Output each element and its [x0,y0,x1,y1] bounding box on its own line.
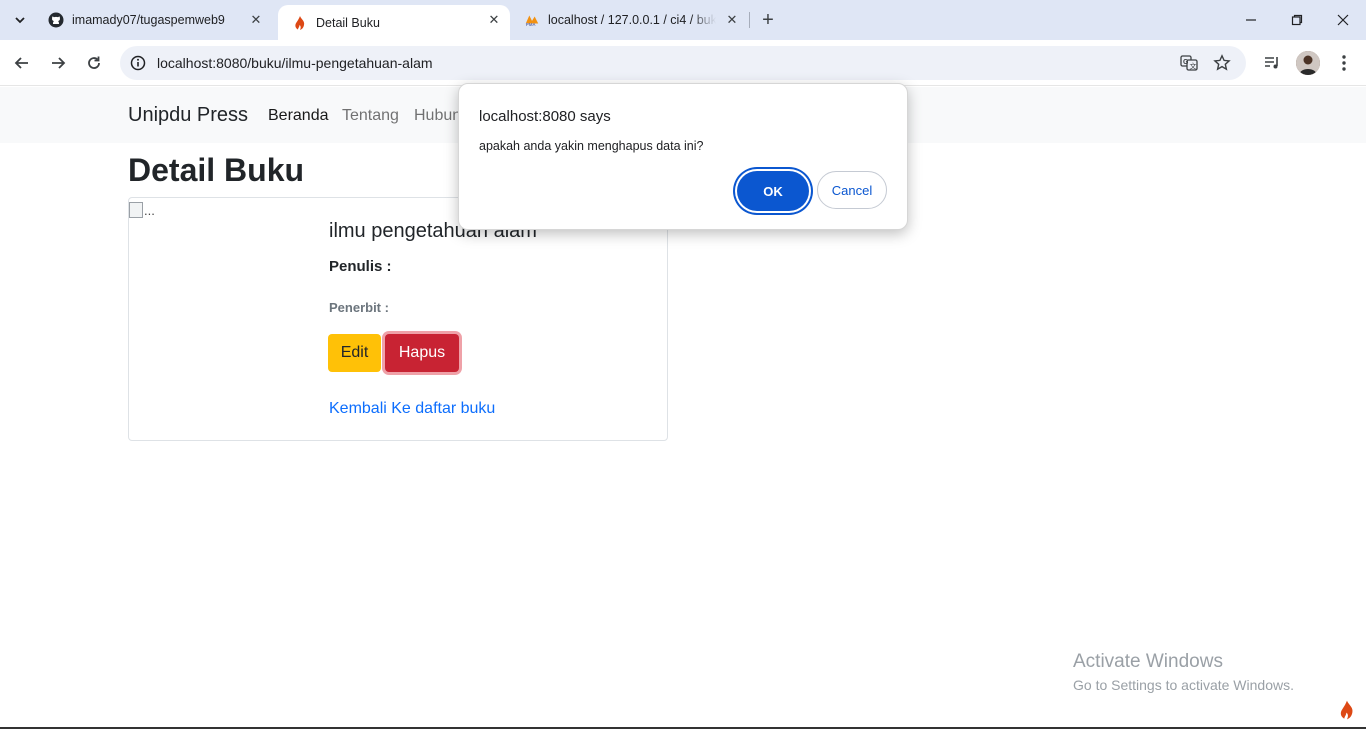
broken-image-icon [129,202,143,218]
edit-button[interactable]: Edit [328,334,381,372]
address-bar[interactable]: localhost:8080/buku/ilmu-pengetahuan-ala… [120,46,1246,80]
new-tab-icon[interactable]: + [756,8,780,32]
close-icon[interactable]: ✕ [486,12,502,28]
close-icon[interactable]: ✕ [724,12,740,28]
restore-icon[interactable] [1274,0,1320,40]
back-to-list-link[interactable]: Kembali Ke daftar buku [329,400,495,418]
window-close-icon[interactable] [1320,0,1366,40]
site-info-icon[interactable] [128,53,148,73]
tab-strip: imamady07/tugaspemweb9 ✕ Detail Buku ✕ P… [0,0,1366,40]
cancel-button[interactable]: Cancel [817,171,887,209]
nav-link-hubungi[interactable]: Hubun [414,107,461,125]
confirm-dialog: localhost:8080 says apakah anda yakin me… [458,83,908,230]
tab-title: Detail Buku [316,15,380,30]
codeigniter-debug-toolbar-icon[interactable] [1332,695,1362,725]
media-queue-icon[interactable] [1260,51,1284,75]
penulis-label: Penulis : [329,258,392,275]
phpmyadmin-icon: PMA [524,12,540,28]
url-text[interactable]: localhost:8080/buku/ilmu-pengetahuan-ala… [157,55,433,71]
profile-avatar[interactable] [1296,51,1320,75]
penerbit-label: Penerbit : [329,300,389,315]
svg-text:PMA: PMA [526,22,537,27]
more-menu-icon[interactable] [1332,51,1356,75]
page-title: Detail Buku [128,152,305,188]
book-detail-card: ... ilmu pengetahuan alam Penulis : Pene… [128,197,668,441]
activate-windows-title: Activate Windows [1073,651,1223,672]
tab-title: localhost / 127.0.0.1 / ci4 / buku [548,13,716,27]
nav-link-beranda[interactable]: Beranda [268,107,329,125]
back-arrow-icon[interactable] [8,49,36,77]
minimize-icon[interactable] [1228,0,1274,40]
svg-text:G: G [1183,59,1189,66]
translate-icon[interactable]: G文 [1179,53,1199,73]
reload-icon[interactable] [80,49,108,77]
ok-button[interactable]: OK [737,171,809,211]
bookmark-star-icon[interactable] [1212,53,1232,73]
tab-divider [749,12,750,28]
activate-windows-subtitle: Go to Settings to activate Windows. [1073,677,1294,693]
hapus-button[interactable]: Hapus [385,334,459,372]
forward-arrow-icon[interactable] [44,49,72,77]
tab-phpmyadmin[interactable]: PMA localhost / 127.0.0.1 / ci4 / buku ✕ [510,0,750,40]
browser-toolbar: localhost:8080/buku/ilmu-pengetahuan-ala… [0,40,1366,86]
close-icon[interactable]: ✕ [248,12,264,28]
nav-link-tentang[interactable]: Tentang [342,107,399,125]
tab-title: imamady07/tugaspemweb9 [72,13,225,27]
github-icon [48,12,64,28]
codeigniter-flame-icon [292,15,308,31]
navbar-brand[interactable]: Unipdu Press [128,104,248,127]
tab-search-button[interactable] [6,7,34,33]
chevron-down-icon [15,17,25,24]
dialog-title: localhost:8080 says [479,108,611,125]
book-cover-image: ... [129,202,155,218]
tab-detail-buku[interactable]: Detail Buku ✕ [278,5,510,40]
svg-text:文: 文 [1190,62,1197,71]
tab-github[interactable]: imamady07/tugaspemweb9 ✕ [34,0,274,40]
image-alt-text: ... [144,202,155,218]
dialog-message: apakah anda yakin menghapus data ini? [479,139,704,153]
